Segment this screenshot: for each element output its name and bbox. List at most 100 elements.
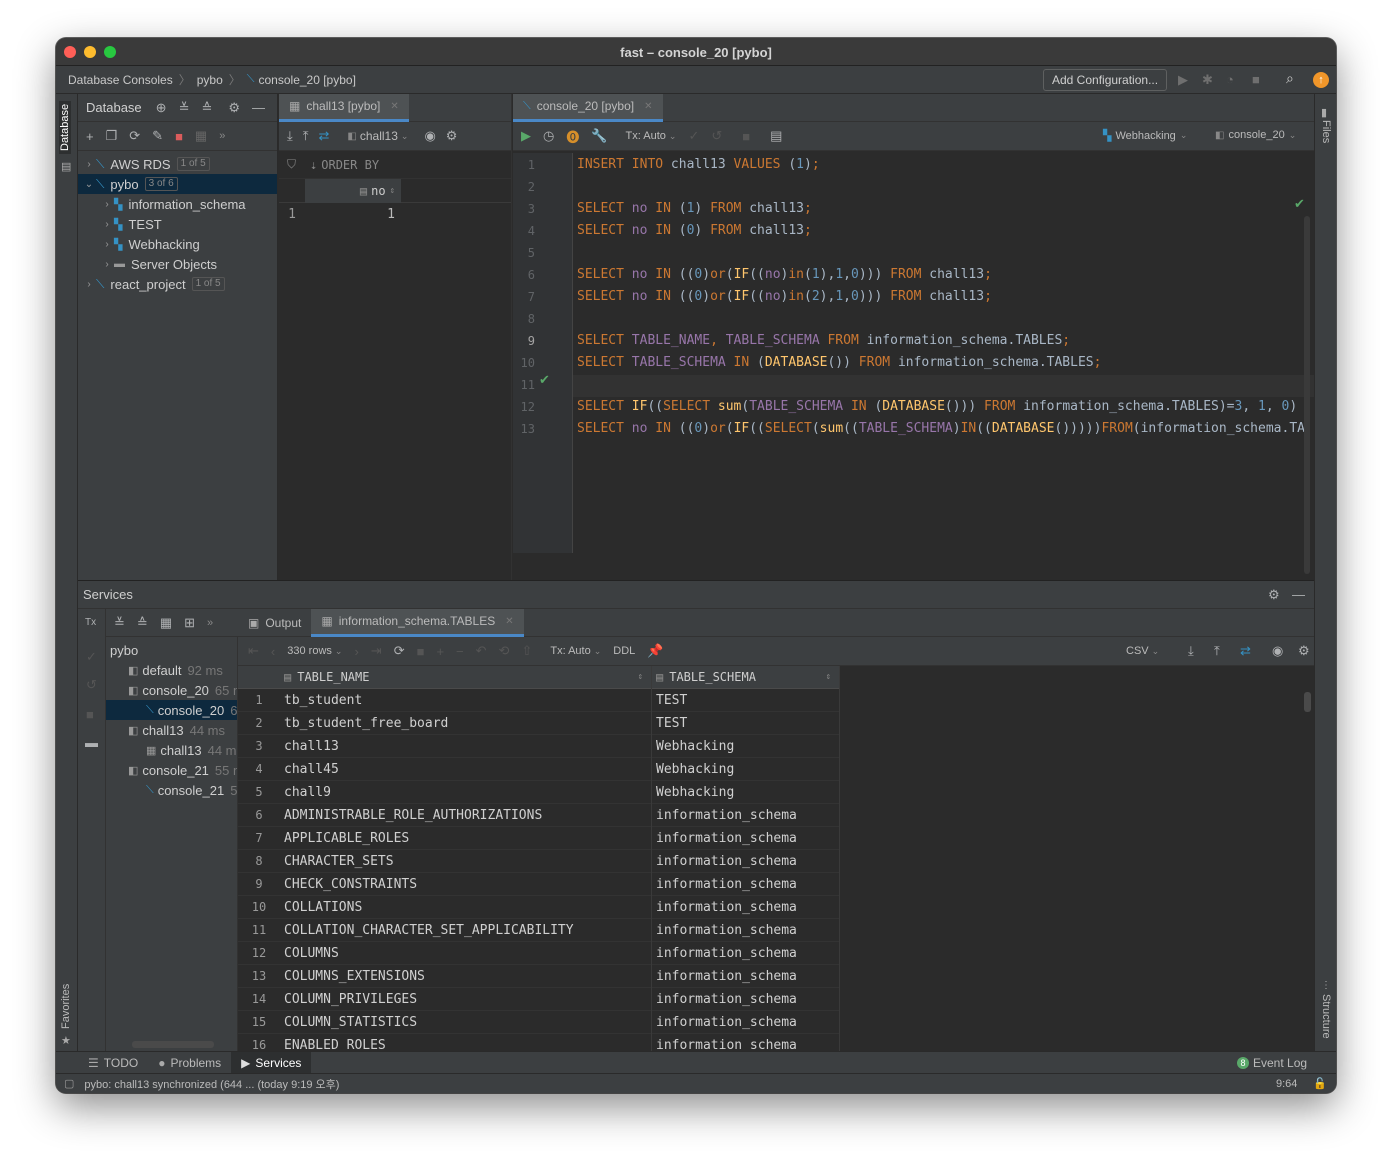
- cell-table-name[interactable]: tb_student: [280, 688, 652, 712]
- cell-table-name[interactable]: CHARACTER_SETS: [280, 849, 652, 873]
- cancel-icon[interactable]: ■: [417, 644, 425, 659]
- cell-table-name[interactable]: ADMINISTRABLE_ROLE_AUTHORIZATIONS: [280, 803, 652, 827]
- cell-table-schema[interactable]: Webhacking: [652, 757, 840, 781]
- table-row[interactable]: 2 tb_student_free_board TEST: [238, 711, 840, 735]
- table-icon[interactable]: ▦: [195, 128, 207, 144]
- close-tab-icon[interactable]: ✕: [390, 101, 398, 112]
- import-icon[interactable]: ⤒: [1214, 643, 1220, 659]
- service-item[interactable]: ◧ default 92 ms: [106, 660, 237, 680]
- gear-icon[interactable]: ⚙: [228, 100, 240, 116]
- stop-icon[interactable]: ■: [1252, 72, 1260, 87]
- table-row[interactable]: 11 COLLATION_CHARACTER_SET_APPLICABILITY i…: [238, 918, 840, 942]
- tab-services[interactable]: ▶ Services: [231, 1051, 312, 1074]
- csv-format-selector[interactable]: CSV ⌄: [1126, 645, 1159, 657]
- debug-icon[interactable]: ✱: [1202, 72, 1213, 88]
- lock-icon[interactable]: 🔓: [1313, 1077, 1327, 1090]
- next-page-icon[interactable]: ›: [354, 644, 358, 659]
- tree-item[interactable]: › ▚ TEST: [78, 214, 277, 234]
- service-item[interactable]: ◧ chall13 44 ms: [106, 720, 237, 740]
- output-icon[interactable]: ▤: [770, 128, 782, 144]
- parameters-icon[interactable]: ⓿: [566, 127, 579, 146]
- hide-icon[interactable]: —: [1292, 587, 1305, 602]
- stop-icon[interactable]: ■: [86, 707, 94, 722]
- cell-table-name[interactable]: COLLATIONS: [280, 895, 652, 919]
- cell-table-schema[interactable]: Webhacking: [652, 780, 840, 804]
- caret-position[interactable]: 9:64: [1276, 1078, 1297, 1090]
- search-everywhere-icon[interactable]: ⌕: [1286, 70, 1294, 87]
- export-icon[interactable]: ⤓: [1188, 643, 1194, 659]
- tree-item[interactable]: › ▚ Webhacking: [78, 234, 277, 254]
- cell-table-schema[interactable]: information_schema: [652, 1033, 840, 1052]
- add-row-icon[interactable]: +: [436, 644, 444, 659]
- favorites-tool-tab[interactable]: Favorites: [60, 984, 72, 1029]
- collapse-all-icon[interactable]: ≙: [137, 615, 148, 631]
- column-header-table-schema[interactable]: ▤ TABLE_SCHEMA ⇕: [652, 666, 840, 689]
- commit-icon[interactable]: ✓: [86, 649, 97, 665]
- first-page-icon[interactable]: ⇤: [248, 643, 259, 659]
- new-tab-icon[interactable]: ⊞: [184, 615, 195, 631]
- service-item[interactable]: ⟍console_20 65: [106, 700, 237, 720]
- cell-table-schema[interactable]: information_schema: [652, 895, 840, 919]
- rollback-icon[interactable]: ↺: [86, 677, 97, 693]
- table-row[interactable]: 3 chall13 Webhacking: [238, 734, 840, 758]
- sort-icon[interactable]: ⇕: [638, 666, 643, 689]
- console-selector[interactable]: ◧ console_20 ⌄: [1215, 129, 1296, 141]
- tree-item[interactable]: ⌄ ⟍ pybo 3 of 6: [78, 174, 277, 194]
- update-icon[interactable]: ↑: [1313, 72, 1329, 88]
- cell-table-name[interactable]: ENABLED_ROLES: [280, 1033, 652, 1052]
- chevron-right-icon[interactable]: ›: [100, 239, 114, 250]
- rollback-icon[interactable]: ↺: [711, 128, 722, 144]
- table-row[interactable]: 9 CHECK_CONSTRAINTS information_schema: [238, 872, 840, 896]
- chevron-right-icon[interactable]: ›: [100, 199, 114, 210]
- event-log-tab[interactable]: 8 Event Log: [1237, 1056, 1307, 1070]
- cell-table-schema[interactable]: TEST: [652, 711, 840, 735]
- filter-icon[interactable]: ⛉: [287, 157, 296, 172]
- cell-table-schema[interactable]: information_schema: [652, 918, 840, 942]
- breadcrumb-pybo[interactable]: pybo: [197, 73, 223, 87]
- cell-table-name[interactable]: chall9: [280, 780, 652, 804]
- cell-table-schema[interactable]: information_schema: [652, 849, 840, 873]
- stop-icon[interactable]: ■: [175, 129, 183, 144]
- table-row[interactable]: 6 ADMINISTRABLE_ROLE_AUTHORIZATIONS inform…: [238, 803, 840, 827]
- commit-icon[interactable]: ✓: [688, 128, 699, 144]
- service-item[interactable]: pybo: [106, 640, 237, 660]
- column-header-table-name[interactable]: ▤ TABLE_NAME ⇕: [280, 666, 652, 689]
- table-row[interactable]: 4 chall45 Webhacking: [238, 757, 840, 781]
- submit-icon[interactable]: ⇧: [521, 643, 532, 659]
- result-tx-selector[interactable]: Tx: Auto ⌄: [550, 645, 601, 657]
- cell-table-name[interactable]: tb_student_free_board: [280, 711, 652, 735]
- export-icon[interactable]: ⤓: [287, 128, 293, 144]
- close-tab-icon[interactable]: ✕: [505, 616, 513, 627]
- files-tool-tab[interactable]: Files: [1320, 120, 1332, 143]
- table-row[interactable]: 1 tb_student TEST: [238, 688, 840, 712]
- table-row[interactable]: 12 COLUMNS information_schema: [238, 941, 840, 965]
- collapse-all-icon[interactable]: ≙: [201, 100, 212, 116]
- tree-item[interactable]: › ⟍ react_project 1 of 5: [78, 274, 277, 294]
- cell-table-schema[interactable]: information_schema: [652, 872, 840, 896]
- pin-icon[interactable]: 📌: [647, 643, 663, 659]
- gear-icon[interactable]: ⚙: [446, 128, 458, 144]
- cancel-icon[interactable]: ■: [742, 129, 750, 144]
- order-by-field[interactable]: ORDER BY: [321, 158, 379, 172]
- session-selector[interactable]: ◧ chall13 ⌄: [347, 129, 408, 143]
- rows-count-selector[interactable]: 330 rows ⌄: [287, 645, 342, 657]
- table-row[interactable]: 14 COLUMN_PRIVILEGES information_schema: [238, 987, 840, 1011]
- cell-table-name[interactable]: COLLATION_CHARACTER_SET_APPLICABILITY: [280, 918, 652, 942]
- tree-item[interactable]: › ▚ information_schema: [78, 194, 277, 214]
- tree-item[interactable]: › ▬ Server Objects: [78, 254, 277, 274]
- execute-icon[interactable]: ▶: [521, 128, 531, 144]
- chevron-right-icon[interactable]: ›: [82, 279, 96, 290]
- cell-table-name[interactable]: COLUMN_STATISTICS: [280, 1010, 652, 1034]
- last-page-icon[interactable]: ⇥: [371, 643, 382, 659]
- cell-table-schema[interactable]: information_schema: [652, 826, 840, 850]
- cell-table-name[interactable]: COLUMNS_EXTENSIONS: [280, 964, 652, 988]
- layout-icon[interactable]: ▬: [85, 735, 98, 750]
- services-tree-scrollbar[interactable]: [132, 1041, 214, 1048]
- table-row[interactable]: 16 ENABLED_ROLES information_schema: [238, 1033, 840, 1052]
- revert-all-icon[interactable]: ⟲: [499, 643, 510, 659]
- cell-table-schema[interactable]: information_schema: [652, 941, 840, 965]
- tab-chall13[interactable]: ▦ chall13 [pybo] ✕: [279, 93, 409, 122]
- cell-table-schema[interactable]: information_schema: [652, 987, 840, 1011]
- chevron-right-icon[interactable]: ›: [100, 259, 114, 270]
- cell-table-schema[interactable]: Webhacking: [652, 734, 840, 758]
